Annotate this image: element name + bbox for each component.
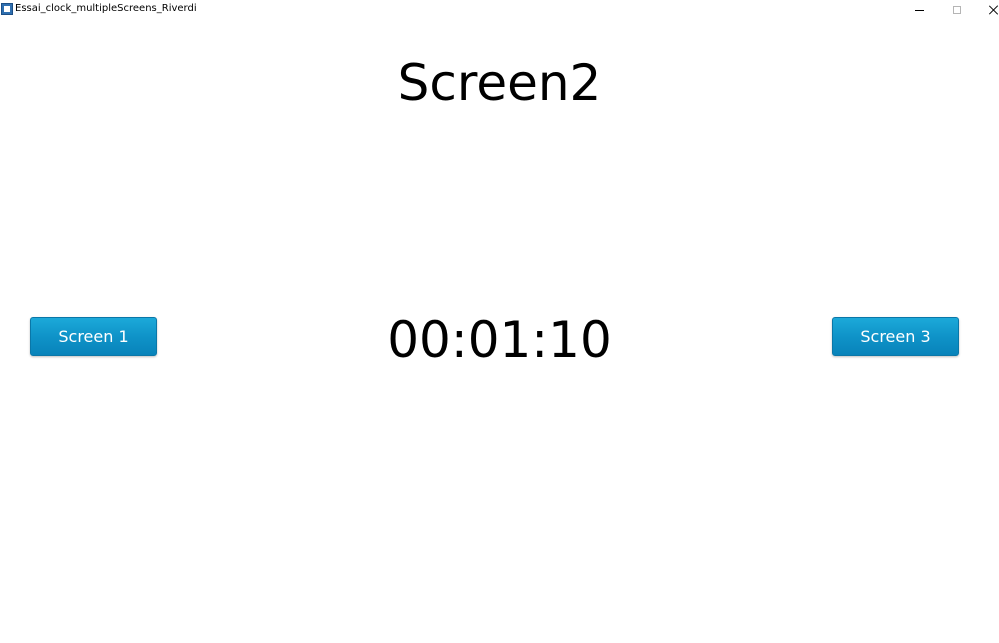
- window-title: Essai_clock_multipleScreens_Riverdi: [15, 3, 197, 14]
- app-window: Essai_clock_multipleScreens_Riverdi Scre…: [0, 0, 999, 643]
- title-bar[interactable]: Essai_clock_multipleScreens_Riverdi: [0, 0, 999, 20]
- app-icon: [1, 3, 13, 15]
- maximize-button[interactable]: [938, 0, 975, 20]
- screen-title: Screen2: [397, 54, 602, 112]
- close-button[interactable]: [975, 0, 999, 20]
- minimize-icon: [915, 9, 924, 11]
- maximize-icon: [952, 6, 961, 14]
- minimize-button[interactable]: [901, 0, 938, 20]
- screen-3-button[interactable]: Screen 3: [832, 317, 959, 356]
- close-icon: [989, 5, 999, 15]
